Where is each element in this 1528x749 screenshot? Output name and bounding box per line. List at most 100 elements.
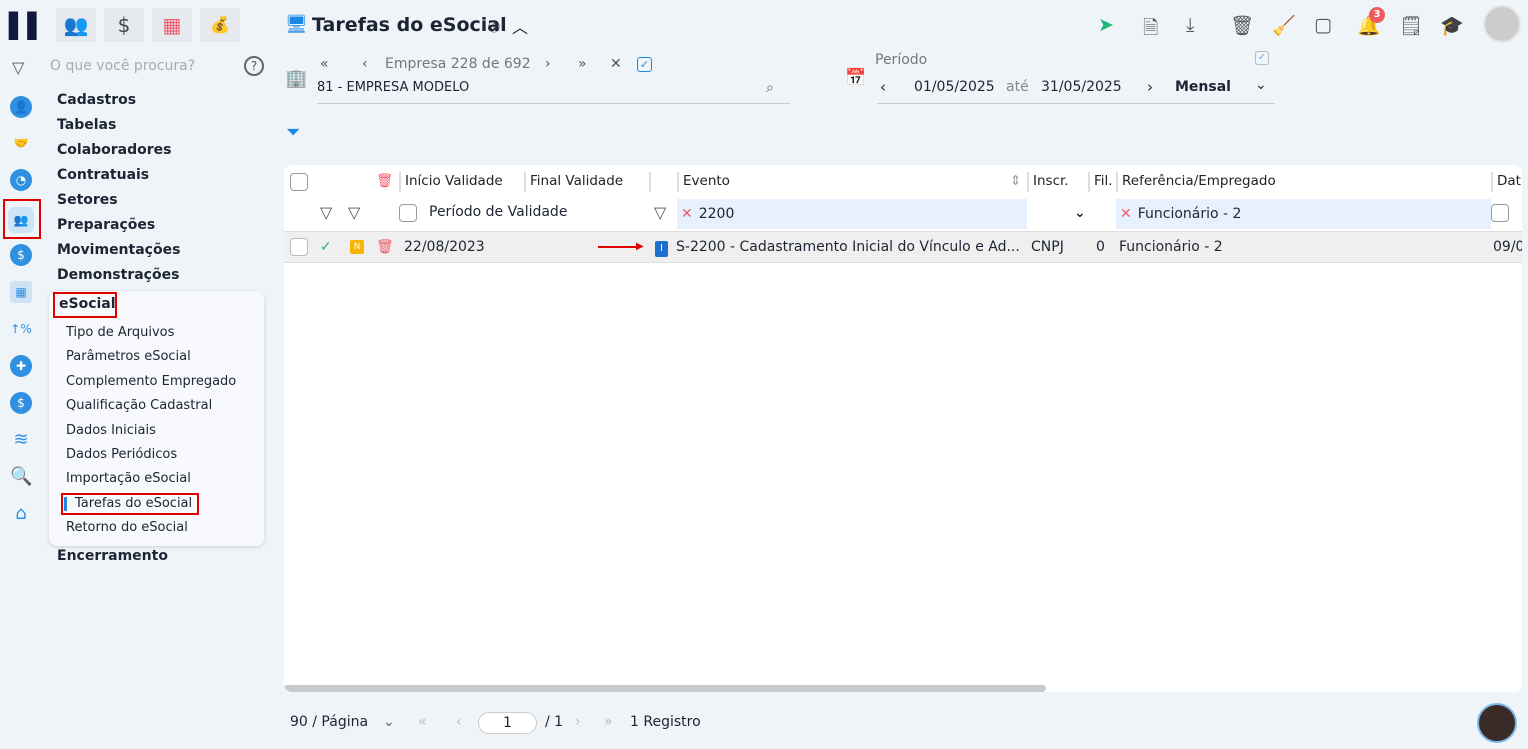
sidebar-item[interactable]: Movimentações xyxy=(57,238,180,263)
sidebar-item[interactable]: Setores xyxy=(57,188,180,213)
clear-company-icon[interactable]: ✕ xyxy=(610,56,622,72)
broom-icon[interactable]: 🧹 xyxy=(1272,14,1296,37)
dat-filter-checkbox[interactable] xyxy=(1491,204,1509,222)
prev-page-button[interactable]: ‹ xyxy=(456,714,462,730)
calculator-app-icon[interactable]: ▦ xyxy=(152,8,192,42)
submenu-item[interactable]: Retorno do eSocial xyxy=(66,520,188,535)
chevron-down-icon[interactable]: ⌄ xyxy=(383,714,395,730)
filter-icon[interactable]: ▽ xyxy=(348,203,360,222)
prev-period-button[interactable]: ‹ xyxy=(880,78,886,96)
delete-row-icon[interactable]: 🗑 xyxy=(376,232,394,262)
period-from[interactable]: 01/05/2025 xyxy=(914,79,995,95)
company-checkbox[interactable]: ✓ xyxy=(637,57,652,72)
ref-filter[interactable]: ✕ Funcionário - 2 xyxy=(1116,199,1491,229)
collapse-icon[interactable]: ︿ xyxy=(512,14,528,38)
sidebar-item[interactable]: Contratuais xyxy=(57,163,180,188)
dollar-app-icon[interactable]: $ xyxy=(104,8,144,42)
sidebar-item[interactable]: Tabelas xyxy=(57,113,180,138)
per-page-select[interactable]: 90 / Página xyxy=(290,714,368,730)
last-page-button[interactable]: » xyxy=(604,714,613,730)
percent-arrow-icon[interactable]: ↑% xyxy=(10,318,32,340)
user-avatar[interactable] xyxy=(1483,5,1521,43)
col-ref[interactable]: Referência/Empregado xyxy=(1122,165,1276,197)
trash-header-icon[interactable]: 🗑 xyxy=(376,165,393,197)
funnel-filter-icon[interactable]: ⏷ xyxy=(286,122,300,143)
menu-search-input[interactable]: O que você procura? xyxy=(50,58,195,74)
row-checkbox[interactable] xyxy=(290,238,308,256)
filter-icon[interactable]: ▽ xyxy=(654,203,666,222)
col-dat[interactable]: Dat xyxy=(1497,165,1521,197)
submenu-item[interactable]: Dados Iniciais xyxy=(66,423,156,438)
evento-filter[interactable]: ✕ 2200 xyxy=(677,199,1027,229)
cell-evento: S-2200 - Cadastramento Inicial do Víncul… xyxy=(676,239,1020,255)
submenu-item[interactable]: Parâmetros eSocial xyxy=(66,349,191,364)
download-icon[interactable]: ⤓ xyxy=(1186,14,1194,36)
sort-icon[interactable]: ⇕ xyxy=(1010,165,1021,197)
col-final[interactable]: Final Validade xyxy=(530,165,623,197)
chevron-down-icon[interactable]: ⌄ xyxy=(1255,77,1267,93)
gear-plus-icon[interactable]: ✚ xyxy=(10,355,32,377)
inscr-filter-dropdown[interactable]: ⌄ xyxy=(1074,205,1086,221)
last-company-button[interactable]: » xyxy=(578,56,587,72)
periodo-checkbox[interactable] xyxy=(399,204,417,222)
document-icon[interactable]: 🗎 xyxy=(1143,14,1158,46)
first-company-button[interactable]: « xyxy=(320,56,329,72)
col-inscr[interactable]: Inscr. xyxy=(1033,165,1069,197)
assistant-avatar[interactable] xyxy=(1477,703,1517,743)
people-app-icon[interactable]: 👥 xyxy=(56,8,96,42)
info-icon[interactable]: ⓘ xyxy=(488,18,500,35)
col-evento[interactable]: Evento xyxy=(683,165,730,197)
sidebar-item[interactable]: Cadastros xyxy=(57,88,180,113)
trash-icon[interactable]: 🗑 xyxy=(1230,14,1254,37)
filter-icon[interactable]: ▽ xyxy=(12,58,24,77)
search-icon[interactable]: 🔍 xyxy=(10,466,32,488)
sidebar-item[interactable]: Colaboradores xyxy=(57,138,180,163)
handshake-icon[interactable]: 🤝 xyxy=(10,132,32,154)
evento-filter-value: 2200 xyxy=(698,206,735,222)
submenu-item[interactable]: Qualificação Cadastral xyxy=(66,398,212,413)
layers-icon[interactable]: ≋ xyxy=(10,429,32,451)
col-inicio[interactable]: Início Validade xyxy=(405,165,503,197)
send-icon[interactable]: ➤ xyxy=(1098,14,1114,36)
sidebar-item[interactable]: Preparações xyxy=(57,213,180,238)
sidebar-item[interactable]: Demonstrações xyxy=(57,263,180,288)
dollar-icon[interactable]: $ xyxy=(10,244,32,266)
period-checkbox[interactable]: ✓ xyxy=(1255,51,1269,65)
next-page-button[interactable]: › xyxy=(575,714,581,730)
search-icon[interactable]: ⌕ xyxy=(766,80,774,96)
first-page-button[interactable]: « xyxy=(418,714,427,730)
submenu-item[interactable]: Dados Periódicos xyxy=(66,447,177,462)
calculator-icon[interactable]: ▦ xyxy=(10,281,32,303)
records-count: 1 Registro xyxy=(630,714,701,730)
report-search-icon[interactable]: 🗒 xyxy=(1399,14,1423,37)
select-all-checkbox[interactable] xyxy=(290,173,308,191)
user-gear-icon[interactable]: 👤 xyxy=(10,96,32,118)
prev-company-button[interactable]: ‹ xyxy=(362,56,368,72)
period-mode-select[interactable]: Mensal xyxy=(1175,79,1231,95)
col-fil[interactable]: Fil. xyxy=(1094,165,1113,197)
money-bag-app-icon[interactable]: 💰 xyxy=(200,8,240,42)
help-icon[interactable]: ? xyxy=(244,56,264,76)
next-period-button[interactable]: › xyxy=(1147,78,1153,96)
home-icon[interactable]: ⌂ xyxy=(10,503,32,525)
money-bag-icon[interactable]: $ xyxy=(10,392,32,414)
clock-icon[interactable]: ◔ xyxy=(10,169,32,191)
filter-icon[interactable]: ▽ xyxy=(320,203,332,222)
clear-filter-icon[interactable]: ✕ xyxy=(1120,206,1132,222)
page-title: Tarefas do eSocial xyxy=(312,14,507,36)
submenu-item[interactable]: Importação eSocial xyxy=(66,471,191,486)
horizontal-scrollbar[interactable] xyxy=(284,685,1046,692)
submenu-item[interactable]: Tipo de Arquivos xyxy=(66,325,174,340)
period-to[interactable]: 31/05/2025 xyxy=(1041,79,1122,95)
page-input[interactable]: 1 xyxy=(478,712,537,734)
cell-ref: Funcionário - 2 xyxy=(1119,239,1223,255)
company-input[interactable]: 81 - EMPRESA MODELO xyxy=(317,78,790,104)
clear-filter-icon[interactable]: ✕ xyxy=(681,206,693,222)
sidebar-item[interactable]: Encerramento xyxy=(57,548,168,564)
table-row[interactable]: ✓ N 🗑 22/08/2023 ▶ I S-2200 - Cadastrame… xyxy=(284,231,1522,263)
note-icon[interactable]: ▢ xyxy=(1314,14,1332,36)
periodo-filter-label: Período de Validade xyxy=(429,204,568,220)
next-company-button[interactable]: › xyxy=(545,56,551,72)
submenu-item[interactable]: Complemento Empregado xyxy=(66,374,236,389)
graduation-cap-icon[interactable]: 🎓 xyxy=(1440,14,1464,37)
